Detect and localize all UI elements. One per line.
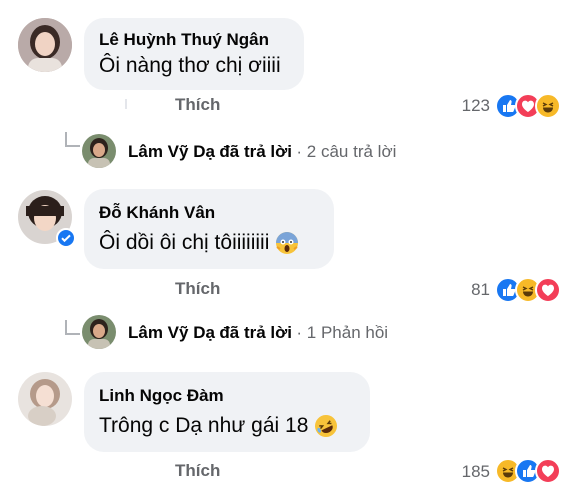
avatar-lam-vy-da[interactable] [82, 134, 116, 168]
reactions-summary[interactable] [495, 458, 567, 484]
comment-text-row: Trông c Dạ như gái 18 [99, 414, 338, 438]
avatar-linh-ngoc-dam[interactable] [18, 372, 72, 426]
screaming-face-emoji-icon [275, 231, 299, 255]
reactions-summary[interactable] [495, 93, 567, 119]
reply-count[interactable]: · 2 câu trả lời [296, 142, 396, 161]
comment-author[interactable]: Lê Huỳnh Thuý Ngân [99, 30, 269, 50]
reaction-count[interactable]: 185 [440, 462, 490, 482]
rolling-on-floor-laughing-emoji-icon [314, 414, 338, 438]
comment-text: Trông c Dạ như gái 18 [99, 414, 309, 437]
reply-author[interactable]: Lâm Vỹ Dạ [128, 323, 215, 342]
comment-text-row: Ôi dồi ôi chị tôiiiiiiii [99, 231, 299, 255]
love-reaction-icon [535, 458, 561, 484]
reaction-count[interactable]: 123 [440, 96, 490, 116]
haha-reaction-icon [535, 93, 561, 119]
comment-text: Ôi dồi ôi chị tôiiiiiiii [99, 231, 270, 254]
reply-connector-line [125, 99, 127, 109]
reply-summary[interactable]: Lâm Vỹ Dạ đã trả lời · 2 câu trả lời [128, 142, 396, 162]
reply-action[interactable]: đã trả lời [219, 142, 292, 161]
reply-indent-icon [65, 132, 80, 147]
like-link[interactable]: Thích [175, 461, 220, 481]
like-link[interactable]: Thích [175, 279, 220, 299]
love-reaction-icon [535, 277, 561, 303]
comment-author[interactable]: Linh Ngọc Đàm [99, 386, 224, 406]
reply-count[interactable]: · 1 Phản hồi [296, 323, 388, 342]
comment-author[interactable]: Đỗ Khánh Vân [99, 203, 215, 223]
comment-text: Ôi nàng thơ chị ơiiii [99, 54, 281, 77]
comment-bubble: Đỗ Khánh Vân Ôi dồi ôi chị tôiiiiiiii [84, 189, 334, 269]
reply-author[interactable]: Lâm Vỹ Dạ [128, 142, 215, 161]
reactions-summary[interactable] [495, 277, 567, 303]
avatar-le-huynh-thuy-ngan[interactable] [18, 18, 72, 72]
reply-action[interactable]: đã trả lời [219, 323, 292, 342]
avatar-lam-vy-da[interactable] [82, 315, 116, 349]
verified-badge-icon [56, 228, 76, 248]
like-link[interactable]: Thích [175, 95, 220, 115]
reply-summary[interactable]: Lâm Vỹ Dạ đã trả lời · 1 Phản hồi [128, 323, 388, 343]
comment-bubble: Linh Ngọc Đàm Trông c Dạ như gái 18 [84, 372, 370, 452]
reply-indent-icon [65, 320, 80, 335]
reaction-count[interactable]: 81 [440, 280, 490, 300]
comment-bubble: Lê Huỳnh Thuý Ngân Ôi nàng thơ chị ơiiii [84, 18, 304, 90]
